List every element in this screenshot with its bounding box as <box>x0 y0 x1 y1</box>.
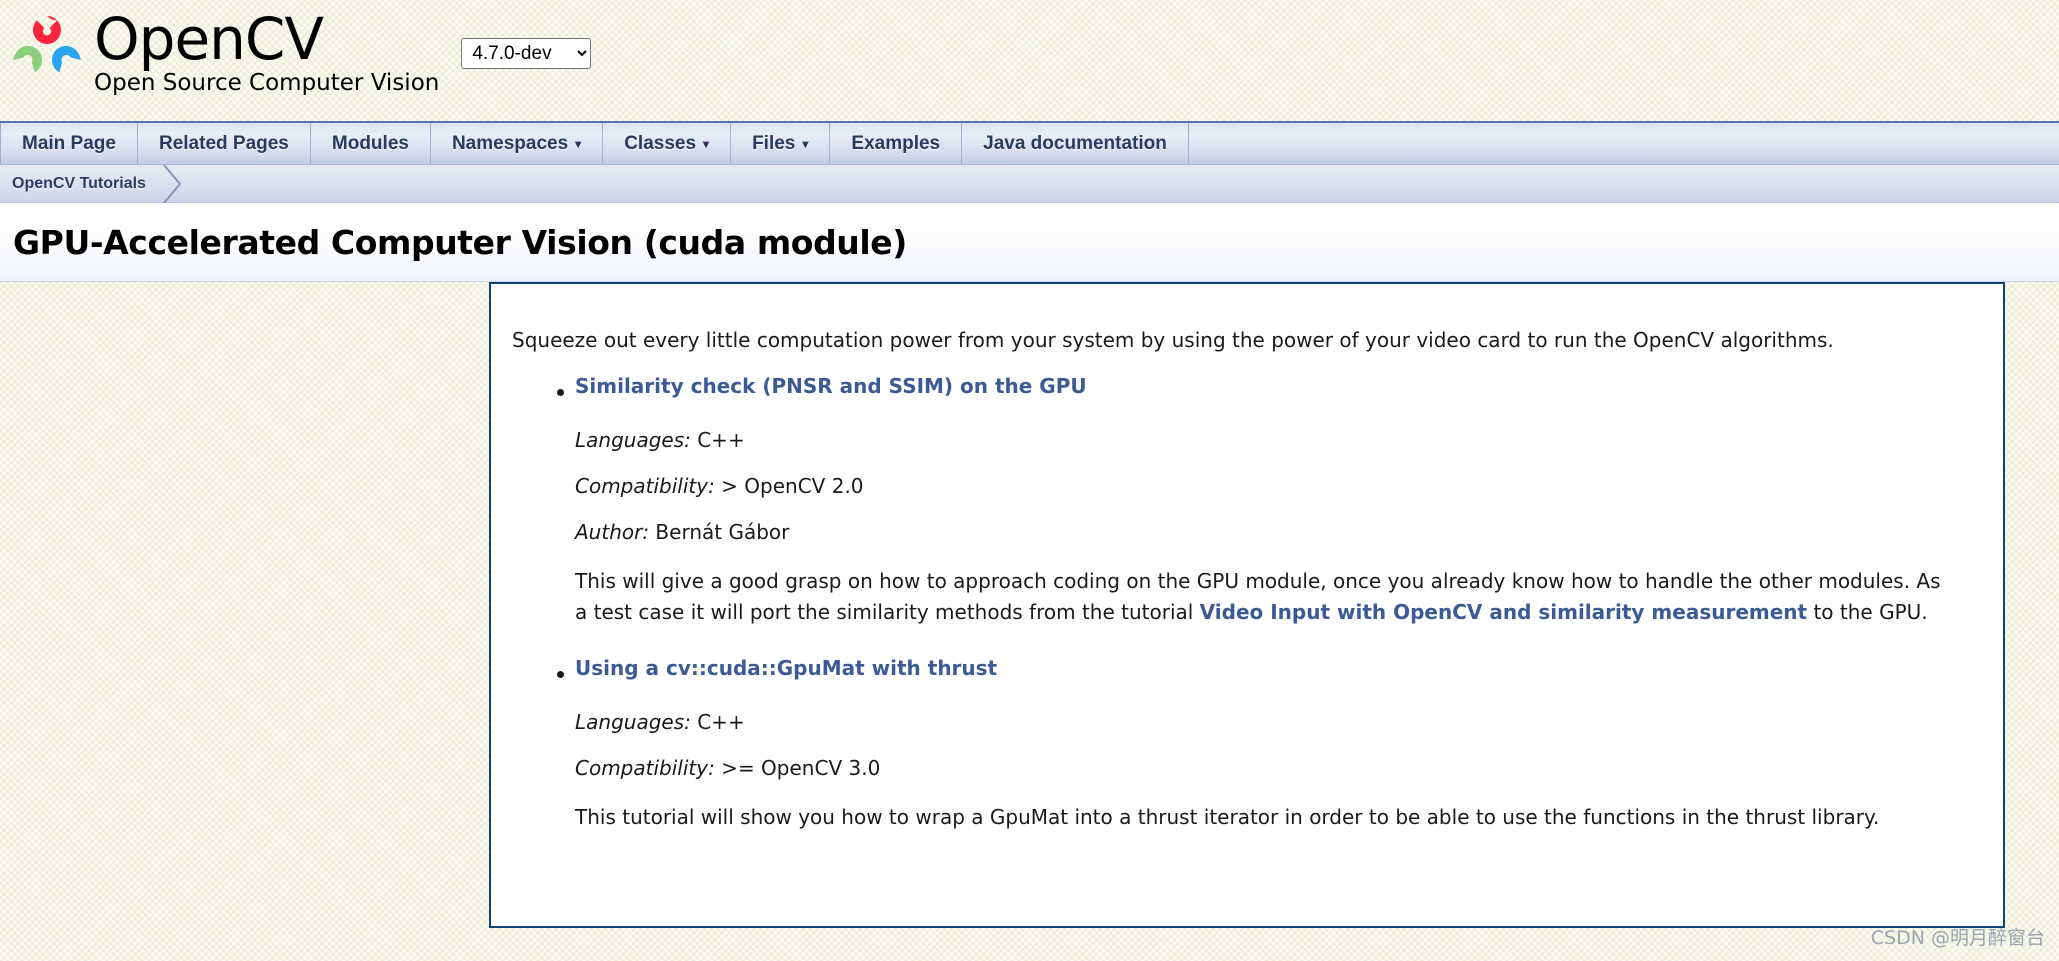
tutorial-compatibility: Compatibility: > OpenCV 2.0 <box>575 474 1951 498</box>
tutorial-description-link[interactable]: Video Input with OpenCV and similarity m… <box>1200 600 1807 624</box>
tutorial-gap <box>575 628 1951 650</box>
nav-examples[interactable]: Examples <box>830 123 963 164</box>
brand-block: OpenCV Open Source Computer Vision <box>8 0 439 95</box>
content-inner: Squeeze out every little computation pow… <box>491 284 2003 833</box>
breadcrumb: OpenCV Tutorials <box>0 164 2059 203</box>
nav-item-label: Files <box>752 132 796 154</box>
tutorial-description: This tutorial will show you how to wrap … <box>575 802 1951 833</box>
breadcrumb-separator-icon <box>162 164 184 203</box>
tutorial-languages: Languages: C++ <box>575 428 1951 452</box>
tutorial-compatibility: Compatibility: >= OpenCV 3.0 <box>575 756 1951 780</box>
version-select-wrap: 4.7.0-dev <box>461 38 592 69</box>
breadcrumb-label: OpenCV Tutorials <box>12 174 146 192</box>
tutorial-compatibility-key: Compatibility: <box>575 756 715 780</box>
chevron-down-icon: ▾ <box>575 136 582 151</box>
body-region: Squeeze out every little computation pow… <box>0 282 2059 961</box>
intro-paragraph: Squeeze out every little computation pow… <box>512 328 1834 352</box>
chevron-down-icon: ▾ <box>703 136 710 151</box>
nav-files[interactable]: Files ▾ <box>731 123 831 164</box>
tutorial-author-key: Author: <box>575 520 650 544</box>
brand-subtitle: Open Source Computer Vision <box>94 70 440 96</box>
breadcrumb-opencv-tutorials[interactable]: OpenCV Tutorials <box>0 165 162 202</box>
nav-java-documentation[interactable]: Java documentation <box>962 123 1189 164</box>
nav-classes[interactable]: Classes ▾ <box>603 123 732 164</box>
nav-related-pages[interactable]: Related Pages <box>138 123 311 164</box>
tutorial-languages: Languages: C++ <box>575 710 1951 734</box>
nav-item-label: Modules <box>331 132 409 154</box>
nav-item-label: Main Page <box>22 132 116 154</box>
nav-item-label: Related Pages <box>158 132 289 154</box>
tutorial-languages-value: C++ <box>690 428 745 452</box>
tutorial-list: Similarity check (PNSR and SSIM) on the … <box>512 374 1951 833</box>
nav-item-label: Examples <box>851 132 941 154</box>
nav-item-label: Java documentation <box>983 132 1167 154</box>
tutorial-languages-key: Languages: <box>575 710 691 734</box>
tutorial-author-value: Bernát Gábor <box>649 520 790 544</box>
tutorial-compatibility-value: >= OpenCV 3.0 <box>714 756 881 780</box>
nav-modules[interactable]: Modules <box>311 123 431 164</box>
tutorial-compatibility-value: > OpenCV 2.0 <box>714 474 864 498</box>
chevron-down-icon: ▾ <box>802 136 809 151</box>
tutorial-link[interactable]: Similarity check (PNSR and SSIM) on the … <box>575 374 1087 398</box>
nav-namespaces[interactable]: Namespaces ▾ <box>431 123 604 164</box>
nav-main-page[interactable]: Main Page <box>0 123 138 164</box>
page-root: OpenCV Open Source Computer Vision 4.7.0… <box>0 0 2059 961</box>
tutorial-entry: Similarity check (PNSR and SSIM) on the … <box>512 374 1951 650</box>
tutorial-compatibility-key: Compatibility: <box>575 474 715 498</box>
nav-item-label: Classes <box>624 132 697 154</box>
tutorial-author: Author: Bernát Gábor <box>575 520 1951 544</box>
tutorial-entry: Using a cv::cuda::GpuMat with thrustLang… <box>512 656 1951 833</box>
tutorial-description-text: This tutorial will show you how to wrap … <box>575 805 1880 829</box>
page-title: GPU-Accelerated Computer Vision (cuda mo… <box>13 222 907 262</box>
tutorial-description: This will give a good grasp on how to ap… <box>575 566 1951 628</box>
content-panel: Squeeze out every little computation pow… <box>489 282 2005 928</box>
page-title-band: GPU-Accelerated Computer Vision (cuda mo… <box>0 203 2059 282</box>
brand-title: OpenCV <box>94 5 324 73</box>
watermark: CSDN @明月醉窗台 <box>1870 927 2045 949</box>
brand-text: OpenCV Open Source Computer Vision <box>94 8 439 95</box>
main-navigation: Main Page Related Pages Modules Namespaces ▾… <box>0 121 2059 165</box>
tutorial-link[interactable]: Using a cv::cuda::GpuMat with thrust <box>575 656 997 680</box>
opencv-logo-icon <box>8 12 86 90</box>
tutorial-description-text-tail: to the GPU. <box>1807 600 1928 624</box>
tutorial-languages-value: C++ <box>690 710 745 734</box>
version-select[interactable]: 4.7.0-dev <box>461 38 592 69</box>
tutorial-languages-key: Languages: <box>575 428 691 452</box>
nav-filler <box>1189 123 2059 164</box>
nav-item-label: Namespaces <box>451 132 569 154</box>
site-header: OpenCV Open Source Computer Vision 4.7.0… <box>0 0 2059 121</box>
